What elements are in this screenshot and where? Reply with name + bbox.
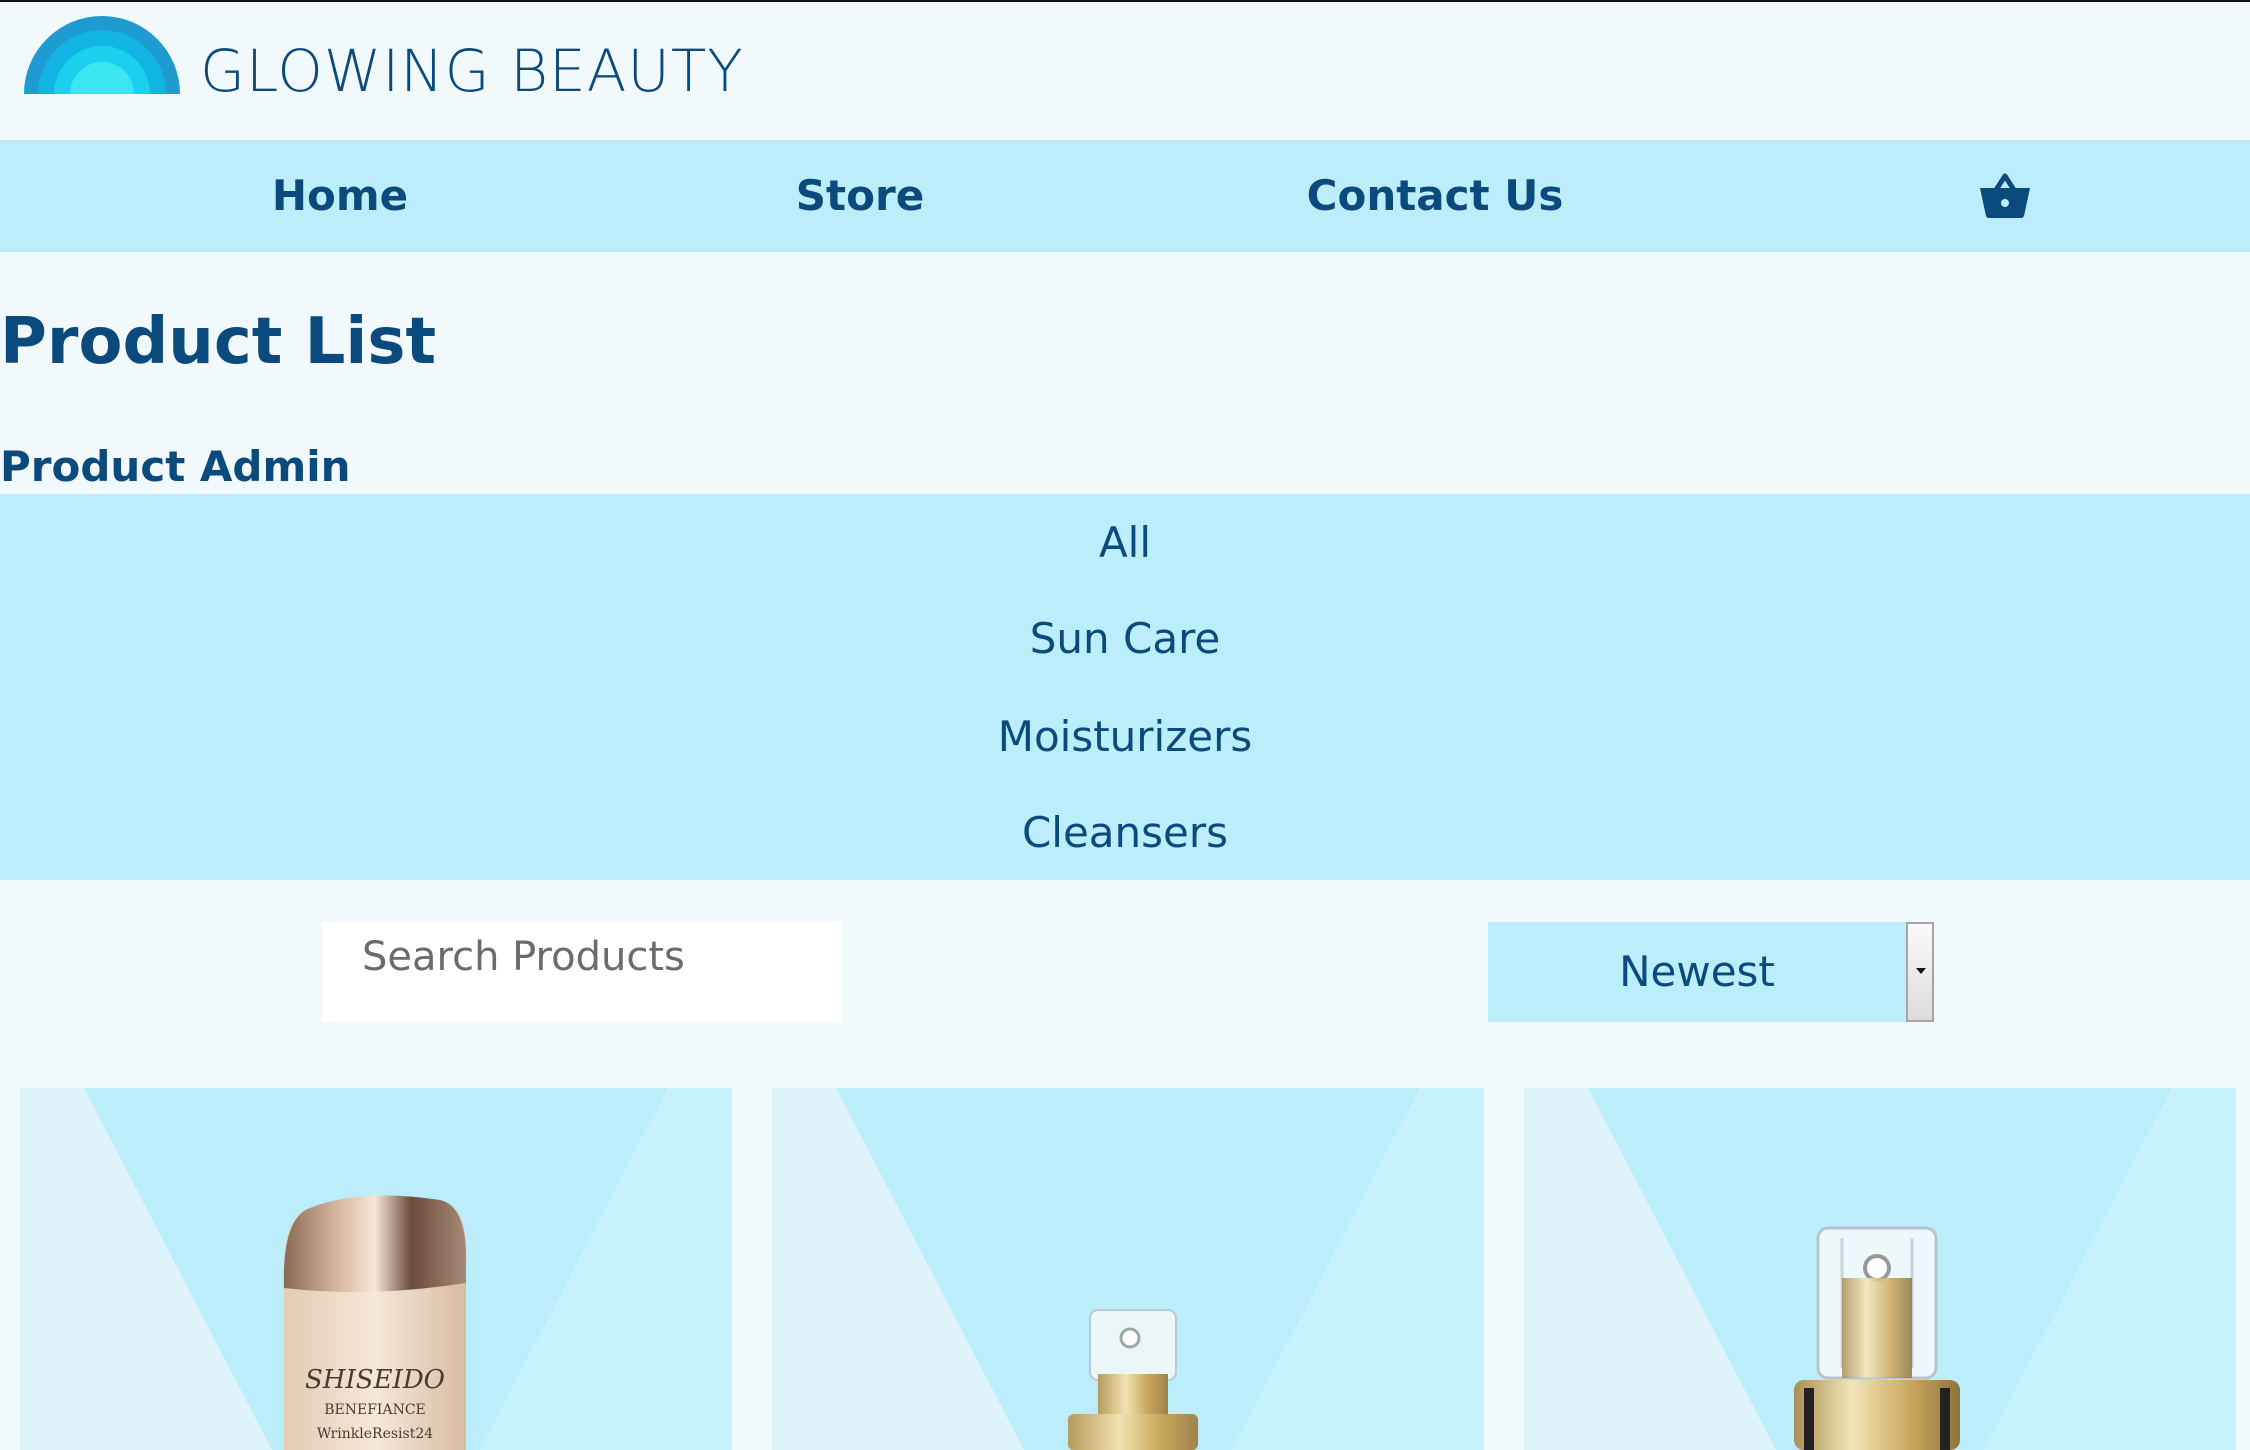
nav-store-link[interactable]: Store xyxy=(760,140,960,252)
brand-name[interactable]: GLOWING BEAUTY xyxy=(200,36,744,106)
product-image-large-pump-bottle xyxy=(1794,1226,1960,1450)
svg-text:WrinkleResist24: WrinkleResist24 xyxy=(317,1426,433,1442)
nav-home-link[interactable]: Home xyxy=(240,140,440,252)
main-nav: Home Store Contact Us xyxy=(0,140,2250,252)
category-cleansers[interactable]: Cleansers xyxy=(0,800,2250,866)
product-card[interactable]: SHISEIDO BENEFIANCE WrinkleResist24 xyxy=(20,1088,732,1450)
category-all[interactable]: All xyxy=(0,510,2250,576)
sort-selected-value: Newest xyxy=(1619,947,1775,996)
rainbow-logo-icon[interactable] xyxy=(24,16,180,94)
dropdown-arrow-button[interactable] xyxy=(1906,922,1934,1022)
nav-contact-link[interactable]: Contact Us xyxy=(1270,140,1600,252)
svg-text:BENEFIANCE: BENEFIANCE xyxy=(324,1402,426,1418)
category-moisturizers[interactable]: Moisturizers xyxy=(0,704,2250,770)
category-sun-care[interactable]: Sun Care xyxy=(0,606,2250,672)
page-title: Product List xyxy=(0,305,437,379)
product-image-pump-bottle xyxy=(1068,1309,1198,1450)
chevron-down-icon xyxy=(1916,968,1926,974)
sort-dropdown[interactable]: Newest xyxy=(1488,922,1934,1022)
site-header: GLOWING BEAUTY xyxy=(0,2,2250,140)
product-card[interactable] xyxy=(1524,1088,2236,1450)
product-image-cream-bottle: SHISEIDO BENEFIANCE WrinkleResist24 xyxy=(283,1195,467,1450)
product-card[interactable] xyxy=(772,1088,1484,1450)
svg-text:SHISEIDO: SHISEIDO xyxy=(305,1365,445,1395)
shopping-basket-icon[interactable] xyxy=(1978,170,2032,220)
search-products-input[interactable] xyxy=(322,922,842,1022)
category-filter-list: All Sun Care Moisturizers Cleansers xyxy=(0,494,2250,880)
product-admin-link[interactable]: Product Admin xyxy=(0,440,351,494)
